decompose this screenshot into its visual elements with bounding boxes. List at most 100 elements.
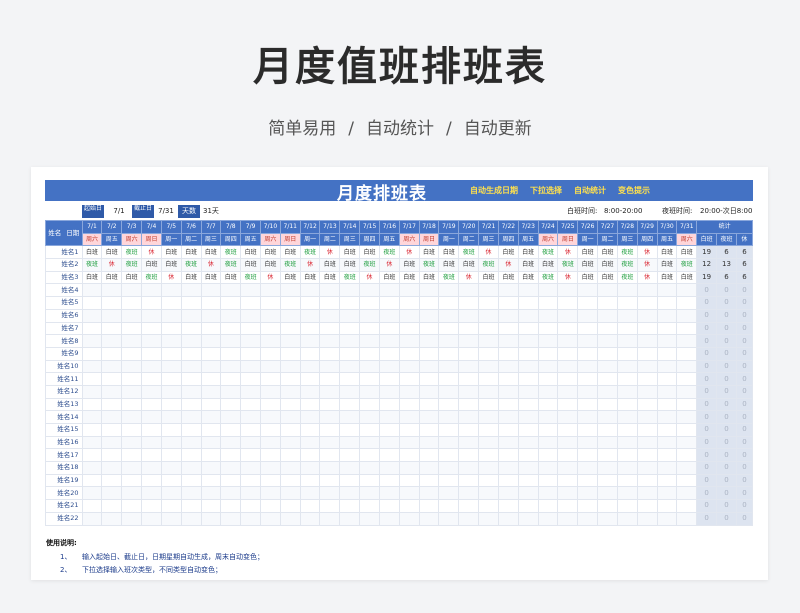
shift-cell[interactable]: [319, 397, 341, 412]
shift-cell[interactable]: [517, 435, 539, 450]
shift-cell[interactable]: 休: [378, 258, 400, 272]
shift-cell[interactable]: 白班: [438, 258, 460, 272]
shift-cell[interactable]: [458, 346, 480, 361]
shift-cell[interactable]: 休: [260, 270, 281, 285]
shift-cell[interactable]: [200, 296, 222, 310]
shift-cell[interactable]: [339, 461, 361, 475]
shift-cell[interactable]: [121, 384, 143, 399]
shift-cell[interactable]: 白班: [497, 245, 519, 260]
shift-cell[interactable]: [616, 397, 638, 412]
shift-cell[interactable]: [497, 384, 519, 399]
shift-cell[interactable]: 夜班: [478, 258, 499, 272]
shift-cell[interactable]: [260, 397, 281, 412]
shift-cell[interactable]: [339, 511, 361, 526]
shift-cell[interactable]: [180, 473, 202, 488]
shift-cell[interactable]: [200, 384, 222, 399]
shift-cell[interactable]: [418, 511, 440, 526]
shift-cell[interactable]: [537, 511, 559, 526]
shift-cell[interactable]: [240, 384, 261, 399]
shift-cell[interactable]: [458, 397, 480, 412]
shift-cell[interactable]: [537, 321, 559, 336]
shift-cell[interactable]: [260, 435, 281, 450]
shift-cell[interactable]: 休: [636, 245, 658, 260]
shift-cell[interactable]: [656, 486, 678, 501]
shift-cell[interactable]: [418, 334, 440, 348]
shift-cell[interactable]: [378, 372, 400, 386]
shift-cell[interactable]: [319, 511, 341, 526]
shift-cell[interactable]: [200, 461, 222, 475]
shift-cell[interactable]: [537, 486, 559, 501]
shift-cell[interactable]: [378, 461, 400, 475]
shift-cell[interactable]: [656, 423, 678, 437]
shift-cell[interactable]: 白班: [478, 270, 499, 285]
shift-cell[interactable]: 白班: [319, 258, 341, 272]
shift-cell[interactable]: [200, 511, 222, 526]
shift-cell[interactable]: [378, 384, 400, 399]
shift-cell[interactable]: [359, 384, 380, 399]
shift-cell[interactable]: [418, 461, 440, 475]
shift-cell[interactable]: [220, 499, 242, 513]
shift-cell[interactable]: [200, 334, 222, 348]
shift-cell[interactable]: [339, 384, 361, 399]
shift-cell[interactable]: [101, 410, 123, 424]
shift-cell[interactable]: [359, 308, 380, 323]
shift-cell[interactable]: 白班: [160, 258, 182, 272]
shift-cell[interactable]: [141, 321, 162, 336]
shift-cell[interactable]: 白班: [260, 258, 281, 272]
shift-cell[interactable]: [438, 384, 460, 399]
shift-cell[interactable]: [656, 410, 678, 424]
shift-cell[interactable]: 夜班: [616, 258, 638, 272]
shift-cell[interactable]: [339, 334, 361, 348]
shift-cell[interactable]: [557, 397, 579, 412]
shift-cell[interactable]: [101, 397, 123, 412]
shift-cell[interactable]: [160, 486, 182, 501]
shift-cell[interactable]: [577, 461, 599, 475]
shift-cell[interactable]: 夜班: [418, 258, 440, 272]
shift-cell[interactable]: [636, 461, 658, 475]
shift-cell[interactable]: [418, 410, 440, 424]
shift-cell[interactable]: [378, 410, 400, 424]
shift-cell[interactable]: [81, 410, 103, 424]
shift-cell[interactable]: [398, 423, 420, 437]
shift-cell[interactable]: [378, 448, 400, 463]
shift-cell[interactable]: 休: [636, 270, 658, 285]
shift-cell[interactable]: 白班: [200, 245, 222, 260]
shift-cell[interactable]: [517, 499, 539, 513]
shift-cell[interactable]: 白班: [101, 270, 123, 285]
shift-cell[interactable]: [200, 308, 222, 323]
shift-cell[interactable]: [359, 296, 380, 310]
shift-cell[interactable]: [160, 448, 182, 463]
shift-cell[interactable]: [319, 334, 341, 348]
shift-cell[interactable]: [101, 296, 123, 310]
shift-cell[interactable]: 白班: [121, 270, 143, 285]
shift-cell[interactable]: [438, 435, 460, 450]
shift-cell[interactable]: [260, 499, 281, 513]
shift-cell[interactable]: [260, 283, 281, 298]
shift-cell[interactable]: [260, 461, 281, 475]
shift-cell[interactable]: [319, 473, 341, 488]
shift-cell[interactable]: [537, 359, 559, 374]
shift-cell[interactable]: [478, 346, 499, 361]
shift-cell[interactable]: [676, 334, 698, 348]
shift-cell[interactable]: [180, 435, 202, 450]
shift-cell[interactable]: [517, 410, 539, 424]
shift-cell[interactable]: [656, 461, 678, 475]
shift-cell[interactable]: [359, 397, 380, 412]
shift-cell[interactable]: 夜班: [180, 258, 202, 272]
shift-cell[interactable]: [180, 410, 202, 424]
shift-cell[interactable]: [81, 423, 103, 437]
shift-cell[interactable]: [200, 448, 222, 463]
shift-cell[interactable]: 白班: [81, 270, 103, 285]
shift-cell[interactable]: [160, 511, 182, 526]
shift-cell[interactable]: 夜班: [616, 245, 638, 260]
shift-cell[interactable]: [676, 423, 698, 437]
shift-cell[interactable]: [557, 334, 579, 348]
shift-cell[interactable]: [557, 308, 579, 323]
shift-cell[interactable]: [557, 346, 579, 361]
shift-cell[interactable]: [279, 511, 301, 526]
shift-cell[interactable]: [597, 308, 618, 323]
shift-cell[interactable]: [497, 473, 519, 488]
shift-cell[interactable]: [636, 486, 658, 501]
shift-cell[interactable]: [577, 283, 599, 298]
shift-cell[interactable]: [121, 296, 143, 310]
